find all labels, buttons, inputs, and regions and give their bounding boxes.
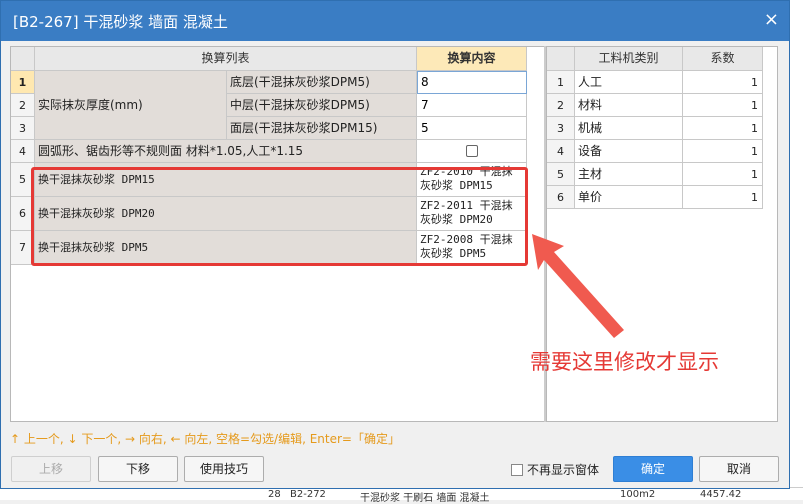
col-header-factor: 系数 [683, 47, 763, 71]
bottom-thickness-input[interactable] [417, 71, 526, 93]
dialog-title: [B2-267] 干混砂浆 墙面 混凝土 [13, 13, 228, 31]
no-show-option[interactable]: 不再显示窗体 [511, 461, 599, 478]
row-number: 4 [547, 140, 575, 163]
thickness-group-label: 实际抹灰厚度(mm) [35, 71, 227, 140]
dialog-titlebar: [B2-267] 干混砂浆 墙面 混凝土 × [1, 1, 789, 41]
factor-cell[interactable]: 1 [683, 117, 763, 140]
usage-tips-button[interactable]: 使用技巧 [184, 456, 264, 482]
keyboard-hint: ↑ 上一个, ↓ 下一个, → 向右, ← 向左, 空格=勾选/编辑, Ente… [10, 432, 400, 446]
replace-dpm15-value[interactable]: ZF2-2010 干混抹 灰砂浆 DPM15 [417, 163, 527, 197]
bg-row-unit: 100m2 [620, 489, 656, 500]
replace-dpm5-value[interactable]: ZF2-2008 干混抹 灰砂浆 DPM5 [417, 231, 527, 265]
row-number: 3 [547, 117, 575, 140]
replace-dpm5-value-line1: ZF2-2008 干混抹 [420, 233, 513, 246]
col-header-category: 工料机类别 [575, 47, 683, 71]
row-number: 6 [11, 197, 35, 231]
replace-dpm20-value[interactable]: ZF2-2011 干混抹 灰砂浆 DPM20 [417, 197, 527, 231]
layer-label-middle: 中层(干混抹灰砂浆DPM5) [227, 94, 417, 117]
corner-cell [547, 47, 575, 71]
factor-cell[interactable]: 1 [683, 186, 763, 209]
row-number: 3 [11, 117, 35, 140]
factor-cell[interactable]: 1 [683, 71, 763, 94]
close-icon[interactable]: × [764, 9, 779, 31]
replace-dpm20-value-line2: 灰砂浆 DPM20 [420, 213, 493, 226]
ok-button[interactable]: 确定 [613, 456, 693, 482]
replace-dpm15-value-line1: ZF2-2010 干混抹 [420, 165, 513, 178]
annotation-arrow-icon [532, 234, 624, 338]
bg-row-amount: 4457.42 [700, 489, 742, 500]
row-number: 5 [547, 163, 575, 186]
bg-row-number: 28 [268, 489, 281, 500]
bg-row-name: 干混砂浆 干刷石 墙面 混凝土 [360, 493, 490, 504]
category-cell: 人工 [575, 71, 683, 94]
replace-dpm15-value-line2: 灰砂浆 DPM15 [420, 179, 493, 192]
move-up-button[interactable]: 上移 [11, 456, 91, 482]
replace-dpm20-label: 换干混抹灰砂浆 DPM20 [35, 197, 417, 231]
category-cell: 设备 [575, 140, 683, 163]
move-down-button[interactable]: 下移 [98, 456, 178, 482]
row-number: 1 [11, 71, 35, 94]
col-header-conversion-content: 换算内容 [417, 47, 527, 71]
category-cell: 材料 [575, 94, 683, 117]
col-header-conversion-list: 换算列表 [35, 47, 417, 71]
layer-label-surface: 面层(干混抹灰砂浆DPM15) [227, 117, 417, 140]
bottom-thickness-input-cell [417, 71, 527, 94]
surface-thickness-input-cell [417, 117, 527, 140]
replace-dpm20-value-line1: ZF2-2011 干混抹 [420, 199, 513, 212]
no-show-checkbox[interactable] [511, 464, 523, 476]
factor-cell[interactable]: 1 [683, 140, 763, 163]
irregular-surface-label: 圆弧形、锯齿形等不规则面 材料*1.05,人工*1.15 [35, 140, 417, 163]
annotation-text: 需要这里修改才显示 [530, 350, 719, 374]
category-cell: 机械 [575, 117, 683, 140]
row-number: 2 [547, 94, 575, 117]
row-number: 2 [11, 94, 35, 117]
row-number: 4 [11, 140, 35, 163]
layer-label-bottom: 底层(干混抹灰砂浆DPM5) [227, 71, 417, 94]
row-number: 1 [547, 71, 575, 94]
bg-row-code: B2-272 [290, 489, 326, 500]
factor-cell[interactable]: 1 [683, 94, 763, 117]
replace-dpm15-label: 换干混抹灰砂浆 DPM15 [35, 163, 417, 197]
cancel-button[interactable]: 取消 [699, 456, 779, 482]
row-number: 7 [11, 231, 35, 265]
middle-thickness-input[interactable] [417, 94, 526, 116]
conversion-table: 换算列表 换算内容 1 2 3 实际抹灰厚度(mm) 底层(干混抹灰砂浆DPM5… [10, 46, 546, 422]
category-cell: 主材 [575, 163, 683, 186]
irregular-surface-checkbox[interactable] [466, 145, 478, 157]
row-number: 6 [547, 186, 575, 209]
row-number: 5 [11, 163, 35, 197]
category-cell: 单价 [575, 186, 683, 209]
replace-dpm5-label: 换干混抹灰砂浆 DPM5 [35, 231, 417, 265]
middle-thickness-input-cell [417, 94, 527, 117]
surface-thickness-input[interactable] [417, 117, 526, 139]
irregular-surface-check-cell [417, 140, 527, 163]
no-show-label: 不再显示窗体 [527, 463, 600, 477]
corner-cell [11, 47, 35, 71]
replace-dpm5-value-line2: 灰砂浆 DPM5 [420, 247, 487, 260]
background-app-right-edge [789, 0, 803, 500]
factor-cell[interactable]: 1 [683, 163, 763, 186]
